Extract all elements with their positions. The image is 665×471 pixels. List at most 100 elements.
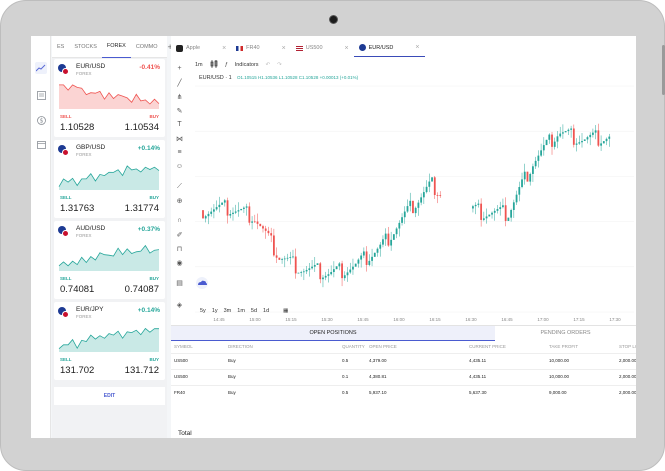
candles-icon[interactable] bbox=[210, 60, 218, 70]
candle-body bbox=[324, 275, 327, 278]
column-header[interactable]: OPEN PRICE bbox=[369, 344, 397, 349]
column-header[interactable]: STOP LOSS bbox=[619, 344, 636, 349]
candle-body bbox=[512, 202, 515, 210]
candle-body bbox=[553, 141, 556, 147]
zoom-icon[interactable]: ⊕ bbox=[175, 196, 184, 205]
timeframe-5d[interactable]: 5d bbox=[251, 308, 257, 314]
candle-body bbox=[234, 211, 237, 213]
candle-body bbox=[297, 272, 300, 274]
candle-body bbox=[594, 130, 597, 133]
timeframe-1y[interactable]: 1y bbox=[212, 308, 218, 314]
pattern-icon[interactable]: ⋈ bbox=[175, 134, 184, 143]
close-icon[interactable]: × bbox=[415, 44, 419, 51]
eye-icon[interactable]: ◉ bbox=[175, 258, 184, 267]
watchlist-tab-commodities[interactable]: COMMO bbox=[131, 36, 163, 58]
tab-fr40[interactable]: FR40 × bbox=[231, 39, 291, 57]
undo-icon[interactable]: ↶ bbox=[266, 62, 271, 68]
interval-select[interactable]: 1m bbox=[195, 62, 203, 68]
emoji-icon[interactable]: ☺ bbox=[175, 162, 184, 171]
candle-body bbox=[313, 264, 316, 267]
timeframe-5y[interactable]: 5y bbox=[200, 308, 206, 314]
candle-body bbox=[597, 130, 600, 146]
cloud-icon[interactable] bbox=[196, 277, 208, 289]
candle-body bbox=[229, 214, 232, 216]
forecast-icon[interactable]: ≡ bbox=[175, 148, 184, 157]
news-icon[interactable] bbox=[35, 89, 47, 101]
sparkline bbox=[58, 327, 160, 352]
buy-price[interactable]: 0.74087 bbox=[125, 284, 159, 295]
watchlist-card[interactable]: EUR/USD FOREX -0.41% SELL BUY 1.10528 1.10534 bbox=[54, 59, 165, 137]
watchlist-card[interactable]: AUD/USD FOREX +0.37% SELL BUY 0.74081 0.74087 bbox=[54, 221, 165, 299]
dollar-icon[interactable]: $ bbox=[35, 114, 47, 126]
column-header[interactable]: CURRENT PRICE bbox=[469, 344, 506, 349]
us-flag-icon bbox=[295, 45, 303, 51]
indicators-icon[interactable]: ƒ bbox=[225, 62, 228, 68]
column-header[interactable]: TAKE PROFIT bbox=[549, 344, 578, 349]
ruler-icon[interactable]: ⟋ bbox=[175, 182, 184, 191]
candle-body bbox=[425, 186, 428, 193]
sell-label: SELL bbox=[60, 195, 72, 200]
tab-eurusd[interactable]: EUR/USD × bbox=[353, 39, 425, 57]
market-label: FOREX bbox=[76, 233, 92, 238]
table-cell: 0.5 bbox=[342, 390, 349, 395]
sell-price[interactable]: 131.702 bbox=[60, 365, 94, 376]
candle-body bbox=[493, 210, 496, 213]
brush-icon[interactable]: ✎ bbox=[175, 106, 184, 115]
table-row[interactable]: US500 Buy 0.5 4,379.00 4,435.11 10,000.00 2,00… bbox=[171, 353, 636, 369]
trash-icon[interactable]: ▤ bbox=[175, 278, 184, 287]
tab-pending-orders[interactable]: PENDING ORDERS bbox=[495, 326, 636, 341]
pitchfork-icon[interactable]: ⋔ bbox=[175, 92, 184, 101]
watchlist-tab-forex[interactable]: FOREX bbox=[101, 36, 131, 58]
column-header[interactable]: SYMBOL bbox=[174, 344, 193, 349]
column-header[interactable]: DIRECTION bbox=[228, 344, 253, 349]
tab-open-positions[interactable]: OPEN POSITIONS bbox=[171, 326, 495, 341]
candle-body bbox=[281, 259, 283, 260]
watchlist-tab-stocks[interactable]: STOCKS bbox=[69, 36, 102, 58]
watchlist-card[interactable]: GBP/USD FOREX +0.14% SELL BUY 1.31763 1.31774 bbox=[54, 140, 165, 218]
buy-price[interactable]: 1.31774 bbox=[125, 203, 159, 214]
candle-body bbox=[480, 203, 483, 220]
sparkline bbox=[59, 84, 160, 109]
timeframe-1d[interactable]: 1d bbox=[263, 308, 269, 314]
redo-icon[interactable]: ↷ bbox=[277, 62, 282, 68]
sell-price[interactable]: 1.31763 bbox=[60, 203, 94, 214]
change-percent: +0.14% bbox=[137, 145, 160, 152]
crosshair-icon[interactable]: + bbox=[175, 64, 184, 73]
buy-price[interactable]: 131.712 bbox=[125, 365, 159, 376]
buy-price[interactable]: 1.10534 bbox=[125, 122, 159, 133]
close-icon[interactable]: × bbox=[345, 45, 349, 52]
candle-body bbox=[349, 269, 352, 273]
indicators-button[interactable]: Indicators bbox=[235, 62, 259, 68]
date-range-icon[interactable]: ▦ bbox=[283, 308, 288, 314]
calendar-icon[interactable] bbox=[35, 138, 47, 150]
close-icon[interactable]: × bbox=[282, 45, 286, 52]
pencil-lock-icon[interactable]: ✐ bbox=[175, 230, 184, 239]
table-row[interactable]: US500 Buy 0.1 4,380.81 4,435.11 10,000.00 2,00… bbox=[171, 369, 636, 385]
candle-body bbox=[431, 177, 433, 182]
text-icon[interactable]: T bbox=[175, 120, 184, 129]
trendline-icon[interactable]: ╱ bbox=[175, 78, 184, 87]
magnet-icon[interactable]: ∩ bbox=[175, 216, 184, 225]
price-chart[interactable]: EUR/USD · 1 O1.10515 H1.10536 L1.10528 C… bbox=[191, 74, 636, 324]
column-header[interactable]: QUANTITY bbox=[342, 344, 365, 349]
sell-price[interactable]: 0.74081 bbox=[60, 284, 94, 295]
timeframe-3m[interactable]: 3m bbox=[224, 308, 232, 314]
sell-price[interactable]: 1.10528 bbox=[60, 122, 94, 133]
tab-us500[interactable]: US500 × bbox=[291, 39, 354, 57]
tab-apple[interactable]: Apple × bbox=[171, 39, 231, 57]
watchlist-tab-es[interactable]: ES bbox=[52, 36, 69, 58]
close-icon[interactable]: × bbox=[222, 45, 226, 52]
table-row[interactable]: FR40 Buy 0.5 5,937.10 5,637.30 9,000.00 2,000.… bbox=[171, 385, 636, 401]
timeframe-1m[interactable]: 1m bbox=[237, 308, 245, 314]
watchlist-card[interactable]: EUR/JPY FOREX +0.14% SELL BUY 131.702 131.712 bbox=[54, 302, 165, 380]
candle-body bbox=[223, 200, 226, 203]
timeframe-selector: 5y 1y 3m 1m 5d 1d ▦ bbox=[200, 308, 288, 314]
chart-icon[interactable] bbox=[35, 62, 47, 74]
candle-body bbox=[592, 132, 594, 135]
positions-tabs: OPEN POSITIONS PENDING ORDERS bbox=[171, 326, 636, 341]
layers-icon[interactable]: ◈ bbox=[175, 300, 184, 309]
candle-body bbox=[256, 221, 259, 224]
lock-icon[interactable]: ⊓ bbox=[175, 244, 184, 253]
candle-body bbox=[523, 171, 526, 180]
edit-watchlist-button[interactable]: EDIT bbox=[54, 387, 165, 405]
